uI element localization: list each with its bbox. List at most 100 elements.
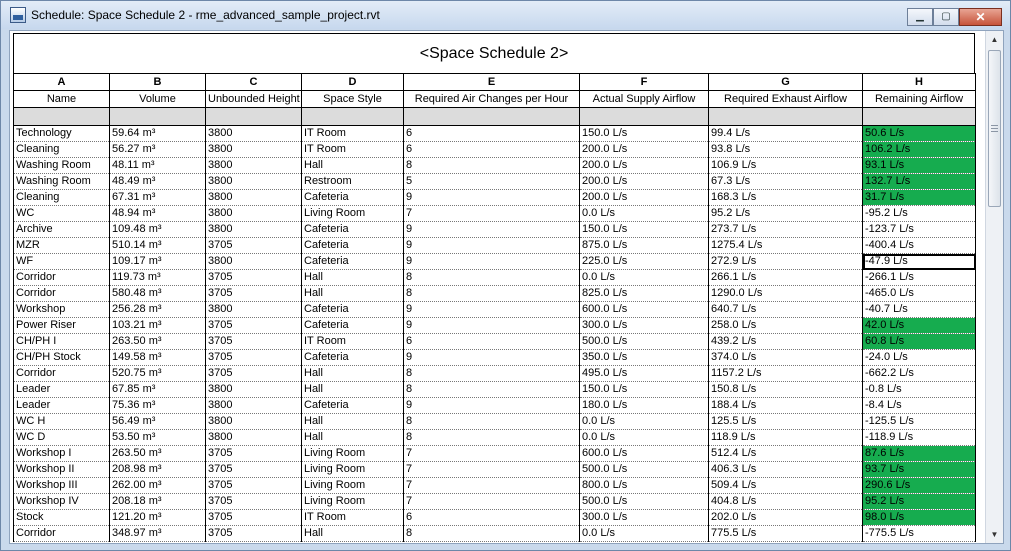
scroll-down-button[interactable]: ▼ [986, 526, 1003, 543]
column-letter[interactable]: A [13, 73, 110, 91]
cell-volume[interactable]: 510.14 m³ [109, 237, 206, 254]
cell-volume[interactable]: 67.85 m³ [109, 381, 206, 398]
cell-exhaust-airflow[interactable]: 775.5 L/s [708, 525, 863, 542]
cell-supply-airflow[interactable]: 500.0 L/s [579, 333, 709, 350]
column-header-name[interactable]: Name [13, 90, 110, 108]
cell-exhaust-airflow[interactable]: 272.9 L/s [708, 253, 863, 270]
cell-space-style[interactable]: Living Room [301, 205, 404, 222]
cell-space-style[interactable]: Cafeteria [301, 237, 404, 254]
cell-volume[interactable]: 580.48 m³ [109, 285, 206, 302]
cell-unbounded-height[interactable]: 3705 [205, 317, 302, 334]
title-bar[interactable]: Schedule: Space Schedule 2 - rme_advance… [1, 1, 1010, 29]
cell-remaining-airflow[interactable]: -123.7 L/s [862, 221, 976, 238]
cell-volume[interactable]: 109.48 m³ [109, 221, 206, 238]
cell-air-changes[interactable]: 8 [403, 413, 580, 430]
cell-unbounded-height[interactable]: 3705 [205, 365, 302, 382]
cell-name[interactable]: Cleaning [13, 141, 110, 158]
cell-supply-airflow[interactable]: 0.0 L/s [579, 205, 709, 222]
cell-remaining-airflow[interactable]: 50.6 L/s [862, 125, 976, 142]
cell-unbounded-height[interactable]: 3705 [205, 285, 302, 302]
cell-unbounded-height[interactable]: 3705 [205, 477, 302, 494]
cell-volume[interactable]: 208.18 m³ [109, 493, 206, 510]
cell-air-changes[interactable]: 8 [403, 381, 580, 398]
cell-remaining-airflow[interactable]: 132.7 L/s [862, 173, 976, 190]
cell-unbounded-height[interactable]: 3800 [205, 253, 302, 270]
cell-exhaust-airflow[interactable]: 374.0 L/s [708, 349, 863, 366]
cell-exhaust-airflow[interactable]: 168.3 L/s [708, 189, 863, 206]
cell-remaining-airflow[interactable]: -40.7 L/s [862, 301, 976, 318]
cell-exhaust-airflow[interactable]: 150.8 L/s [708, 381, 863, 398]
cell-air-changes[interactable]: 9 [403, 189, 580, 206]
cell-space-style[interactable]: Hall [301, 157, 404, 174]
cell-name[interactable]: Corridor [13, 525, 110, 542]
cell-supply-airflow[interactable]: 300.0 L/s [579, 317, 709, 334]
cell-air-changes[interactable]: 7 [403, 493, 580, 510]
cell-volume[interactable]: 75.36 m³ [109, 397, 206, 414]
cell-space-style[interactable]: Hall [301, 285, 404, 302]
cell-name[interactable]: Workshop II [13, 461, 110, 478]
cell-volume[interactable]: 263.50 m³ [109, 333, 206, 350]
cell-air-changes[interactable]: 6 [403, 141, 580, 158]
cell-volume[interactable]: 256.28 m³ [109, 301, 206, 318]
cell-name[interactable]: Cleaning [13, 189, 110, 206]
cell-space-style[interactable]: Cafeteria [301, 189, 404, 206]
cell-volume[interactable]: 263.50 m³ [109, 445, 206, 462]
cell-air-changes[interactable]: 7 [403, 445, 580, 462]
cell-remaining-airflow[interactable]: 31.7 L/s [862, 189, 976, 206]
cell-space-style[interactable]: Cafeteria [301, 253, 404, 270]
cell-remaining-airflow[interactable]: 106.2 L/s [862, 141, 976, 158]
cell-unbounded-height[interactable]: 3800 [205, 381, 302, 398]
column-header-space-style[interactable]: Space Style [301, 90, 404, 108]
cell-supply-airflow[interactable]: 150.0 L/s [579, 381, 709, 398]
cell-air-changes[interactable]: 7 [403, 205, 580, 222]
cell-name[interactable]: Workshop III [13, 477, 110, 494]
cell-name[interactable]: WF [13, 253, 110, 270]
cell-unbounded-height[interactable]: 3705 [205, 349, 302, 366]
cell-remaining-airflow[interactable]: -465.0 L/s [862, 285, 976, 302]
cell-space-style[interactable]: Hall [301, 365, 404, 382]
cell-remaining-airflow[interactable]: -125.5 L/s [862, 413, 976, 430]
cell-supply-airflow[interactable]: 800.0 L/s [579, 477, 709, 494]
cell-remaining-airflow[interactable]: 98.0 L/s [862, 509, 976, 526]
cell-unbounded-height[interactable]: 3705 [205, 509, 302, 526]
cell-space-style[interactable]: Hall [301, 413, 404, 430]
cell-supply-airflow[interactable]: 0.0 L/s [579, 413, 709, 430]
cell-remaining-airflow[interactable]: 87.6 L/s [862, 445, 976, 462]
cell-exhaust-airflow[interactable]: 118.9 L/s [708, 429, 863, 446]
column-header-remaining-airflow[interactable]: Remaining Airflow [862, 90, 976, 108]
scroll-up-button[interactable]: ▲ [986, 31, 1003, 48]
vertical-scrollbar[interactable]: ▲ ▼ [985, 31, 1003, 543]
column-letter[interactable]: G [708, 73, 863, 91]
cell-volume[interactable]: 520.75 m³ [109, 365, 206, 382]
cell-exhaust-airflow[interactable]: 106.9 L/s [708, 157, 863, 174]
cell-name[interactable]: Workshop I [13, 445, 110, 462]
cell-air-changes[interactable]: 9 [403, 301, 580, 318]
cell-name[interactable]: WC [13, 205, 110, 222]
cell-volume[interactable]: 56.49 m³ [109, 413, 206, 430]
cell-air-changes[interactable]: 9 [403, 221, 580, 238]
cell-exhaust-airflow[interactable]: 93.8 L/s [708, 141, 863, 158]
cell-unbounded-height[interactable]: 3800 [205, 205, 302, 222]
cell-volume[interactable]: 348.97 m³ [109, 525, 206, 542]
cell-space-style[interactable]: Cafeteria [301, 397, 404, 414]
cell-remaining-airflow[interactable]: -266.1 L/s [862, 269, 976, 286]
schedule-title[interactable]: <Space Schedule 2> [13, 33, 975, 73]
cell-remaining-airflow[interactable]: 42.0 L/s [862, 317, 976, 334]
cell-name[interactable]: Power Riser [13, 317, 110, 334]
cell-remaining-airflow[interactable]: 93.1 L/s [862, 157, 976, 174]
cell-name[interactable]: WC H [13, 413, 110, 430]
cell-space-style[interactable]: Cafeteria [301, 301, 404, 318]
column-letter[interactable]: H [862, 73, 976, 91]
cell-name[interactable]: WC D [13, 429, 110, 446]
cell-exhaust-airflow[interactable]: 67.3 L/s [708, 173, 863, 190]
cell-remaining-airflow[interactable]: -47.9 L/s [862, 253, 976, 270]
cell-exhaust-airflow[interactable]: 188.4 L/s [708, 397, 863, 414]
cell-air-changes[interactable]: 8 [403, 365, 580, 382]
cell-supply-airflow[interactable]: 0.0 L/s [579, 525, 709, 542]
cell-exhaust-airflow[interactable]: 439.2 L/s [708, 333, 863, 350]
cell-name[interactable]: Technology [13, 125, 110, 142]
cell-remaining-airflow[interactable]: -24.0 L/s [862, 349, 976, 366]
cell-volume[interactable]: 59.64 m³ [109, 125, 206, 142]
column-header-supply-airflow[interactable]: Actual Supply Airflow [579, 90, 709, 108]
cell-unbounded-height[interactable]: 3800 [205, 301, 302, 318]
